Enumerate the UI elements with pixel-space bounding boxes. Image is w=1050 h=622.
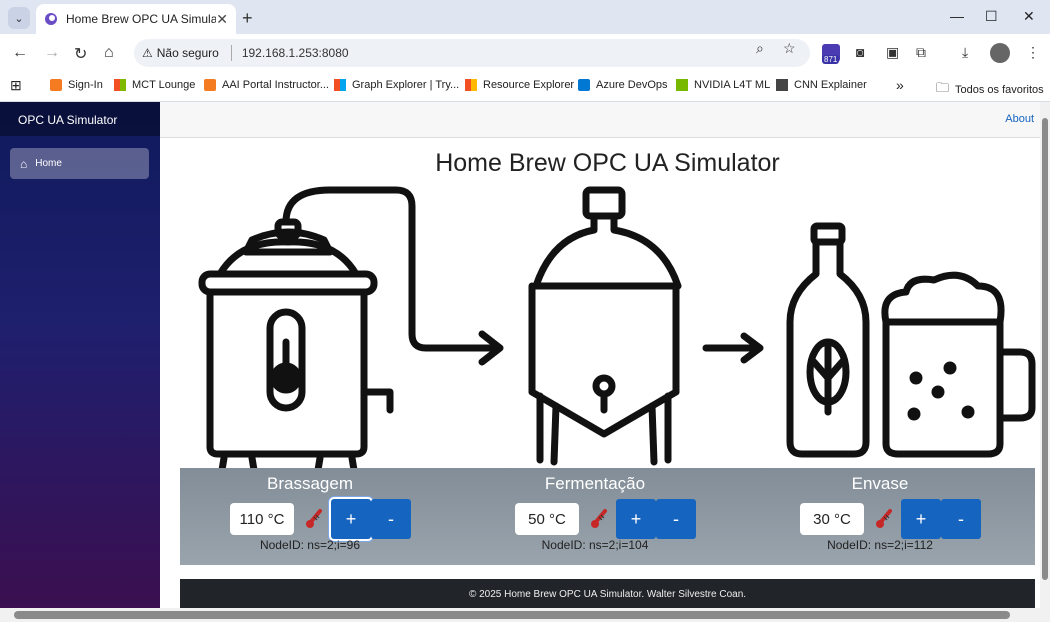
chevron-down-icon: ⌄	[14, 12, 24, 25]
apps-grid-icon[interactable]: ⊞	[10, 77, 22, 94]
new-tab-icon[interactable]: +	[242, 8, 253, 29]
zoom-icon[interactable]: ⌕	[756, 40, 764, 57]
increase-temperature-button[interactable]: +	[616, 499, 656, 539]
bookmark-icon	[204, 79, 216, 91]
top-row: About	[160, 102, 1040, 138]
temperature-display: 110 °C	[230, 503, 294, 535]
thermometer-icon	[591, 509, 607, 528]
fermenter-icon	[528, 186, 682, 466]
extension-badge: 871	[822, 55, 840, 64]
camera-icon[interactable]: ◙	[856, 44, 864, 60]
menu-icon[interactable]: ⋮	[1026, 44, 1040, 61]
node-id: NodeID: ns=2;i=112	[827, 538, 933, 552]
minimize-icon[interactable]: —	[950, 8, 964, 24]
increase-temperature-button[interactable]: +	[331, 499, 371, 539]
bookmark-star-icon[interactable]: ☆	[783, 40, 796, 57]
microsoft-icon	[114, 79, 126, 91]
avatar[interactable]	[990, 43, 1010, 63]
bookmark-label: NVIDIA L4T ML	[694, 79, 771, 91]
stage-brassagem: Brassagem 110 °C + - NodeID: ns=2;i=96	[180, 468, 440, 565]
close-window-icon[interactable]: ✕	[1023, 8, 1035, 25]
temperature-display: 30 °C	[800, 503, 864, 535]
decrease-temperature-button[interactable]: -	[941, 499, 981, 539]
stage-fermentacao: Fermentação 50 °C + - NodeID: ns=2;i=104	[465, 468, 725, 565]
brew-kettle-icon	[198, 218, 394, 472]
increase-temperature-button[interactable]: +	[901, 499, 941, 539]
bookmark-azure-devops[interactable]: Azure DevOps	[578, 79, 668, 91]
url-text[interactable]: 192.168.1.253:8080	[242, 46, 349, 60]
bookmark-icon	[776, 79, 788, 91]
folder-icon: 🗀	[936, 80, 950, 95]
home-icon[interactable]: ⌂	[104, 44, 114, 62]
stage-name: Fermentação	[544, 474, 646, 493]
extensions-puzzle-icon[interactable]: ⧉	[916, 44, 926, 61]
page-footer: © 2025 Home Brew OPC UA Simulator. Walte…	[180, 579, 1035, 608]
bookmark-label: Resource Explorer	[483, 79, 575, 91]
bookmarks-more[interactable]: »	[896, 77, 904, 93]
decrease-temperature-button[interactable]: -	[371, 499, 411, 539]
bookmark-graph-explorer[interactable]: Graph Explorer | Try...	[334, 79, 459, 91]
thermometer-icon	[876, 509, 892, 528]
bookmarks-bar: ⊞ Sign-In MCT Lounge AAI Portal Instruct…	[0, 72, 1050, 102]
bookmarks-folder[interactable]: 🗀 Todos os favoritos	[936, 79, 1044, 101]
address-bar[interactable]: ⚠ Não seguro 192.168.1.253:8080	[134, 39, 810, 67]
scrollbar-thumb[interactable]	[14, 611, 1010, 619]
stage-envase: Envase 30 °C + - NodeID: ns=2;i=112	[750, 468, 1010, 565]
bookmarks-folder-label: Todos os favoritos	[955, 84, 1044, 96]
node-id: NodeID: ns=2;i=96	[259, 538, 361, 552]
microsoft-icon	[465, 79, 477, 91]
close-tab-icon[interactable]: ✕	[216, 11, 228, 28]
bookmark-label: Azure DevOps	[596, 79, 668, 91]
scrollbar-thumb[interactable]	[1042, 118, 1048, 580]
bookmark-sign-in[interactable]: Sign-In	[50, 79, 103, 91]
browser-toolbar: ← → ↻ ⌂ ⚠ Não seguro 192.168.1.253:8080 …	[0, 34, 1050, 72]
reload-icon[interactable]: ↻	[74, 44, 87, 64]
pipe-arrow	[282, 186, 500, 352]
stage-name: Envase	[851, 474, 909, 493]
back-icon[interactable]: ←	[12, 44, 28, 62]
bookmark-mct-lounge[interactable]: MCT Lounge	[114, 79, 195, 91]
bookmark-label: Graph Explorer | Try...	[352, 79, 460, 91]
stage-name: Brassagem	[267, 474, 353, 493]
tab-favicon-icon	[45, 13, 57, 25]
download-icon[interactable]: ⤓	[962, 44, 968, 61]
control-panel: Brassagem 110 °C + - NodeID: ns=2;i=96 F…	[180, 468, 1035, 565]
tab-title: Home Brew OPC UA Simulator	[66, 12, 217, 26]
page-viewport: OPC UA Simulator ⌂ Home About Home Brew …	[0, 102, 1040, 608]
screenshot-icon[interactable]: ▣	[886, 44, 899, 61]
warning-icon: ⚠	[142, 46, 153, 60]
brewing-process-illustration	[198, 186, 1036, 472]
decrease-temperature-button[interactable]: -	[656, 499, 696, 539]
vertical-scrollbar[interactable]	[1040, 102, 1050, 608]
bookmark-label: CNN Explainer	[794, 79, 867, 91]
bookmark-cnn-explainer[interactable]: CNN Explainer	[776, 79, 867, 91]
horizontal-scrollbar[interactable]	[0, 608, 1050, 622]
bookmark-nvidia[interactable]: NVIDIA L4T ML	[676, 79, 770, 91]
bookmark-icon	[50, 79, 62, 91]
forward-icon[interactable]: →	[44, 44, 60, 62]
nvidia-icon	[676, 79, 688, 91]
temperature-display: 50 °C	[515, 503, 579, 535]
beer-bottle-icon	[786, 222, 870, 458]
node-id: NodeID: ns=2;i=104	[541, 538, 649, 552]
page-title: Home Brew OPC UA Simulator	[435, 149, 780, 177]
tab-strip: ⌄ Home Brew OPC UA Simulator ✕ + — ☐ ✕	[0, 0, 1050, 34]
tab-search-button[interactable]: ⌄	[8, 7, 30, 29]
security-label[interactable]: Não seguro	[157, 46, 219, 60]
bookmark-label: Sign-In	[68, 79, 103, 91]
microsoft-icon	[334, 79, 346, 91]
browser-tab[interactable]: Home Brew OPC UA Simulator ✕	[36, 4, 236, 34]
about-link[interactable]: About	[1005, 113, 1034, 125]
bookmark-resource-explorer[interactable]: Resource Explorer	[465, 79, 574, 91]
azure-devops-icon	[578, 79, 590, 91]
bookmark-label: MCT Lounge	[132, 79, 196, 91]
thermometer-icon	[306, 509, 322, 528]
bookmark-aai-portal[interactable]: AAI Portal Instructor...	[204, 79, 329, 91]
divider	[230, 45, 232, 61]
maximize-icon[interactable]: ☐	[985, 8, 998, 25]
bookmark-label: AAI Portal Instructor...	[222, 79, 329, 91]
beer-mug-icon	[881, 271, 1036, 458]
app-brand[interactable]: OPC UA Simulator	[0, 102, 160, 136]
